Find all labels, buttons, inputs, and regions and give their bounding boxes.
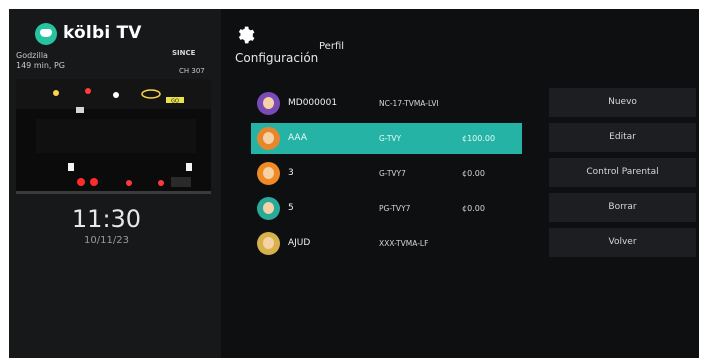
delete-profile-button[interactable]: Borrar xyxy=(549,193,696,222)
program-meta: 149 min, PG xyxy=(16,61,66,70)
gear-icon xyxy=(238,26,255,44)
channel-number: CH 307 xyxy=(179,67,205,75)
new-profile-button[interactable]: Nuevo xyxy=(549,88,696,117)
profile-rating: PG-TVY7 xyxy=(379,204,411,213)
profile-row-3[interactable]: 3 G-TVY7 ¢0.00 xyxy=(251,158,522,189)
clock-time: 11:30 xyxy=(71,205,142,233)
profile-rating: G-TVY7 xyxy=(379,169,406,178)
program-title: Godzilla xyxy=(16,51,48,60)
profile-rating: XXX-TVMA-LF xyxy=(379,239,429,248)
page-title: Configuración xyxy=(235,51,319,65)
profile-row-1[interactable]: MD000001 NC-17-TVMA-LVI xyxy=(251,88,522,119)
edit-profile-button[interactable]: Editar xyxy=(549,123,696,152)
profile-rating: G-TVY xyxy=(379,134,402,143)
now-playing-panel: kölbi TV Godzilla 149 min, PG SINCE CH 3… xyxy=(9,9,221,358)
profile-name: 5 xyxy=(288,203,294,213)
brand-name: kölbi TV xyxy=(63,23,142,43)
avatar-icon xyxy=(257,92,280,115)
profile-row-5[interactable]: AJUD XXX-TVMA-LF xyxy=(251,228,522,259)
avatar-icon xyxy=(257,197,280,220)
avatar-icon xyxy=(257,232,280,255)
clock-date: 10/11/23 xyxy=(84,235,129,246)
profile-row-2[interactable]: AAA G-TVY ¢100.00 xyxy=(251,123,522,154)
parental-control-button[interactable]: Control Parental xyxy=(549,158,696,187)
kolbi-logo-icon xyxy=(35,23,57,45)
tv-screen: kölbi TV Godzilla 149 min, PG SINCE CH 3… xyxy=(9,9,699,358)
profile-name: MD000001 xyxy=(288,98,338,108)
profile-name: AJUD xyxy=(288,238,311,248)
avatar-icon xyxy=(257,162,280,185)
avatar-icon xyxy=(257,127,280,150)
channel-logo: SINCE xyxy=(172,49,196,57)
profile-credit: ¢0.00 xyxy=(462,204,485,213)
profile-rating: NC-17-TVMA-LVI xyxy=(379,99,439,108)
preview-overlay: GO xyxy=(171,99,179,105)
profile-row-4[interactable]: 5 PG-TVY7 ¢0.00 xyxy=(251,193,522,224)
profile-credit: ¢100.00 xyxy=(462,134,496,143)
page-subtitle: Perfil xyxy=(319,41,345,52)
profile-credit: ¢0.00 xyxy=(462,169,485,178)
back-button[interactable]: Volver xyxy=(549,228,696,257)
profile-name: AAA xyxy=(288,133,307,143)
profile-name: 3 xyxy=(288,168,294,178)
video-preview[interactable]: GO xyxy=(16,79,211,194)
